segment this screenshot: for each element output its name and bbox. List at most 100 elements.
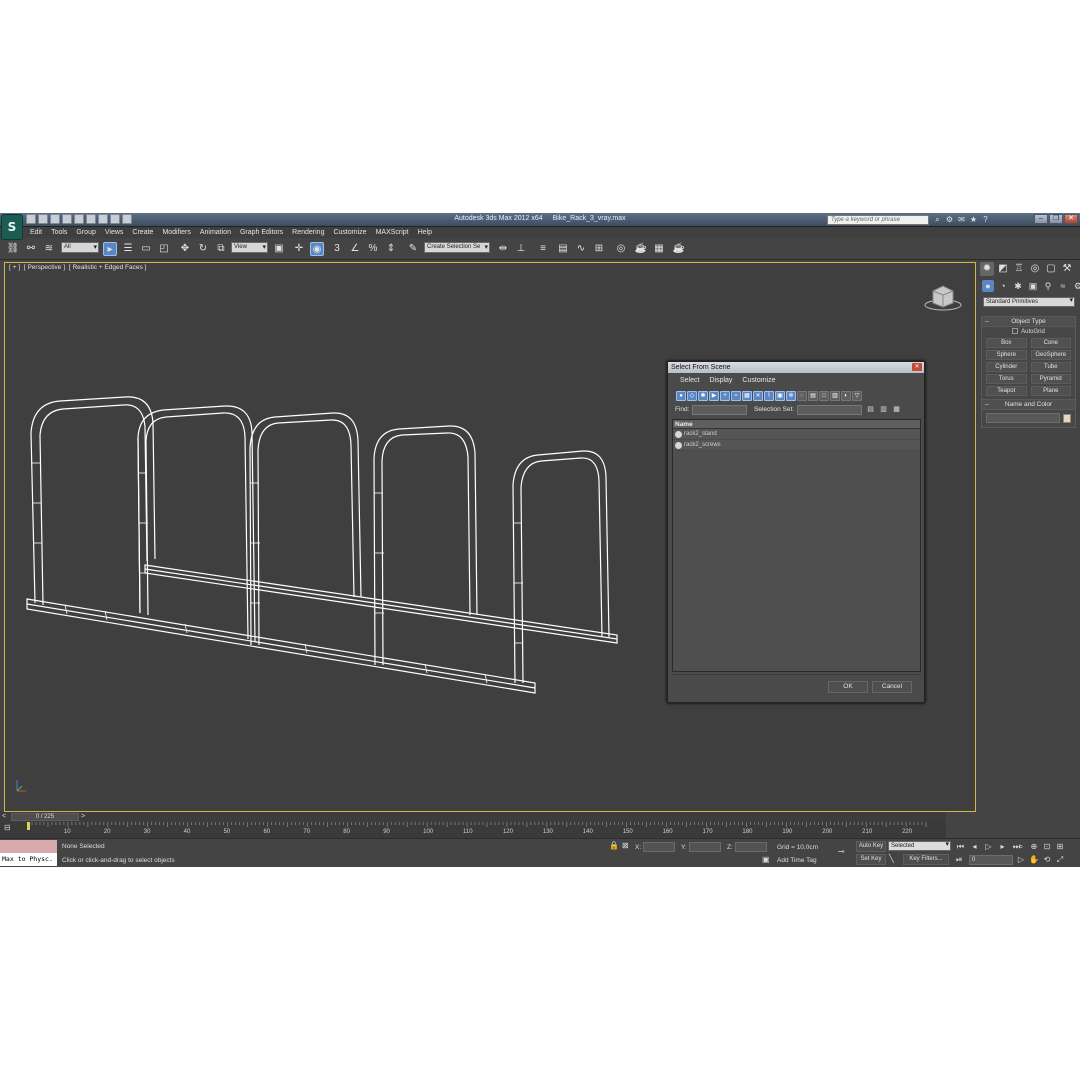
- find-input[interactable]: [692, 405, 747, 415]
- selection-set-add-icon[interactable]: ▤: [866, 405, 875, 414]
- teapot-button[interactable]: Teapot: [986, 386, 1027, 396]
- dialog-menu-customize[interactable]: Customize: [742, 373, 775, 389]
- object-name-input[interactable]: [986, 413, 1061, 423]
- menu-help[interactable]: Help: [418, 227, 432, 238]
- time-slider-next-icon[interactable]: >: [81, 812, 85, 822]
- menu-graph-editors[interactable]: Graph Editors: [240, 227, 283, 238]
- display-frozen-icon[interactable]: ❄: [786, 391, 796, 401]
- motion-tab-icon[interactable]: ◎: [1028, 262, 1042, 276]
- orbit-icon[interactable]: ⟲: [1042, 855, 1052, 865]
- bind-space-warp-icon[interactable]: ≋: [42, 242, 56, 256]
- align-icon[interactable]: ⊥: [514, 242, 528, 256]
- dialog-menu-select[interactable]: Select: [680, 373, 699, 389]
- select-and-link-icon[interactable]: ⛓: [6, 242, 20, 256]
- dialog-title-bar[interactable]: Select From Scene ✕: [668, 362, 924, 373]
- selection-set-input[interactable]: [797, 405, 862, 415]
- track-bar[interactable]: ⊟ 10 20 30 40 50 60 70 80 90 100 110 120 130 140 150 16…: [0, 822, 946, 838]
- select-by-name-icon[interactable]: ☰: [121, 242, 135, 256]
- display-cameras-icon[interactable]: ▶: [709, 391, 719, 401]
- spinner-snap-icon[interactable]: ⇕: [384, 242, 398, 256]
- layer-manager-icon[interactable]: ≡: [536, 242, 550, 256]
- menu-maxscript[interactable]: MAXScript: [376, 227, 409, 238]
- x-coordinate-input[interactable]: [643, 842, 675, 852]
- name-column-header[interactable]: Name: [673, 420, 920, 429]
- select-object-icon[interactable]: ▸: [103, 242, 117, 256]
- tube-button[interactable]: Tube: [1030, 362, 1071, 372]
- list-item[interactable]: rack2_stand: [673, 429, 920, 440]
- key-filters-button[interactable]: Key Filters...: [903, 854, 949, 865]
- auto-key-button[interactable]: Auto Key: [856, 841, 886, 852]
- curve-editor-icon[interactable]: ∿: [574, 242, 588, 256]
- display-hidden-icon[interactable]: ◌: [797, 391, 807, 401]
- render-production-icon[interactable]: ☕: [672, 242, 686, 256]
- name-and-color-rollout-header[interactable]: Name and Color: [982, 400, 1075, 410]
- schematic-view-icon[interactable]: ⊞: [592, 242, 606, 256]
- ok-button[interactable]: OK: [828, 681, 868, 693]
- pan-icon[interactable]: ✋: [1029, 855, 1039, 865]
- key-icon[interactable]: ╲: [889, 854, 894, 864]
- filter-icon[interactable]: ▽: [852, 391, 862, 401]
- selection-set-remove-icon[interactable]: ▥: [879, 405, 888, 414]
- material-editor-icon[interactable]: ◎: [614, 242, 628, 256]
- helpers-category-icon[interactable]: ⚲: [1042, 280, 1054, 292]
- maxscript-input[interactable]: Max to Physc.: [0, 853, 57, 866]
- lock-selection-icon[interactable]: 🔒: [609, 841, 619, 851]
- sync-selection-icon[interactable]: ◐: [841, 391, 851, 401]
- menu-create[interactable]: Create: [132, 227, 153, 238]
- shapes-category-icon[interactable]: ◔: [997, 280, 1009, 292]
- select-and-rotate-icon[interactable]: ↻: [196, 242, 210, 256]
- time-tag-icon[interactable]: ▣: [762, 855, 770, 865]
- plane-button[interactable]: Plane: [1030, 386, 1071, 396]
- graphite-ribbon-icon[interactable]: ▤: [556, 242, 570, 256]
- keyboard-shortcut-override-icon[interactable]: ◉: [310, 242, 324, 256]
- y-coordinate-input[interactable]: [689, 842, 721, 852]
- dialog-menu-display[interactable]: Display: [709, 373, 732, 389]
- percent-snap-icon[interactable]: %: [366, 242, 380, 256]
- menu-modifiers[interactable]: Modifiers: [162, 227, 190, 238]
- app-logo-button[interactable]: S: [1, 214, 23, 240]
- display-xrefs-icon[interactable]: ✕: [753, 391, 763, 401]
- next-frame-icon[interactable]: ▸: [997, 842, 1008, 852]
- dialog-close-button[interactable]: ✕: [912, 363, 922, 371]
- primitive-category-select[interactable]: Standard Primitives: [983, 297, 1075, 307]
- geometry-category-icon[interactable]: ●: [982, 280, 994, 292]
- display-all-icon[interactable]: ▤: [808, 391, 818, 401]
- autogrid-checkbox[interactable]: AutoGrid: [982, 327, 1075, 337]
- reference-coordinate-select[interactable]: View: [231, 242, 268, 253]
- subscription-icon[interactable]: ⚙: [945, 215, 954, 224]
- display-helpers-icon[interactable]: +: [720, 391, 730, 401]
- menu-animation[interactable]: Animation: [200, 227, 231, 238]
- display-lights-icon[interactable]: ✱: [698, 391, 708, 401]
- systems-category-icon[interactable]: ⚙: [1072, 280, 1080, 292]
- set-key-mode-icon[interactable]: ⊸: [838, 847, 845, 857]
- key-mode-select[interactable]: Selected: [888, 841, 951, 851]
- rendered-frame-window-icon[interactable]: ▦: [652, 242, 666, 256]
- zoom-all-icon[interactable]: ⊕: [1029, 842, 1039, 852]
- menu-edit[interactable]: Edit: [30, 227, 42, 238]
- spacewarps-category-icon[interactable]: ≈: [1057, 280, 1069, 292]
- utilities-tab-icon[interactable]: ⚒: [1060, 262, 1074, 276]
- zoom-extents-all-icon[interactable]: ⊞: [1055, 842, 1065, 852]
- object-color-swatch[interactable]: [1063, 413, 1071, 423]
- display-spacewarps-icon[interactable]: ≈: [731, 391, 741, 401]
- display-none-icon[interactable]: □: [819, 391, 829, 401]
- box-button[interactable]: Box: [986, 338, 1027, 348]
- window-crossing-icon[interactable]: ◰: [157, 242, 171, 256]
- menu-rendering[interactable]: Rendering: [292, 227, 324, 238]
- add-time-tag[interactable]: Add Time Tag: [777, 857, 817, 864]
- selection-filter-select[interactable]: All: [61, 242, 99, 253]
- search-input[interactable]: Type a keyword or phrase: [827, 215, 929, 225]
- named-selection-select[interactable]: Create Selection Se: [424, 242, 490, 253]
- modify-tab-icon[interactable]: ◩: [996, 262, 1010, 276]
- time-slider[interactable]: < 0 / 225 >: [0, 812, 946, 822]
- display-groups-icon[interactable]: ▦: [742, 391, 752, 401]
- go-to-start-icon[interactable]: ⏮: [955, 842, 966, 852]
- menu-group[interactable]: Group: [76, 227, 95, 238]
- menu-customize[interactable]: Customize: [333, 227, 366, 238]
- cone-button[interactable]: Cone: [1030, 338, 1071, 348]
- display-invert-icon[interactable]: ▥: [830, 391, 840, 401]
- mirror-icon[interactable]: ⇹: [496, 242, 510, 256]
- restore-button[interactable]: ❐: [1049, 214, 1063, 224]
- z-coordinate-input[interactable]: [735, 842, 767, 852]
- current-frame-input[interactable]: 0: [969, 855, 1013, 865]
